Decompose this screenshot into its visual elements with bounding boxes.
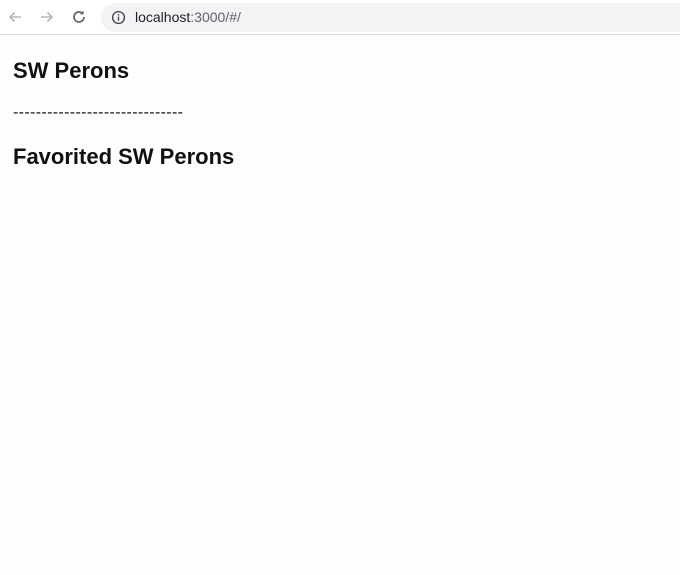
url-host: localhost <box>135 9 191 25</box>
browser-toolbar: localhost:3000/#/ <box>0 0 680 35</box>
text-divider: ------------------------------ <box>13 104 184 121</box>
url-text[interactable]: localhost:3000/#/ <box>135 9 241 26</box>
arrow-right-icon <box>41 11 54 23</box>
arrow-left-icon <box>8 11 21 23</box>
url-path: :3000/#/ <box>190 9 241 25</box>
page-title: SW Perons <box>13 58 130 83</box>
reload-icon <box>73 10 85 23</box>
back-button[interactable] <box>3 5 27 29</box>
forward-button[interactable] <box>35 5 59 29</box>
favorites-title: Favorited SW Perons <box>13 144 235 169</box>
reload-button[interactable] <box>67 5 91 29</box>
address-bar[interactable]: localhost:3000/#/ <box>101 3 680 32</box>
info-icon[interactable] <box>111 10 126 25</box>
